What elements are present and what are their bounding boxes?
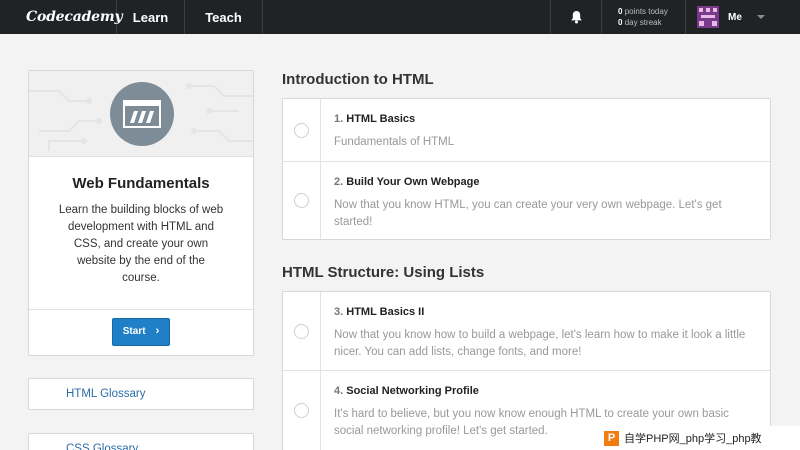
course-card: Web Fundamentals Learn the building bloc… <box>28 70 254 356</box>
watermark-text: 自学PHP网_php学习_php教 <box>624 433 762 445</box>
day-streak: 0 day streak <box>618 17 662 28</box>
lesson-title[interactable]: 3. HTML Basics II <box>334 306 770 318</box>
lesson-title[interactable]: 1. HTML Basics <box>334 113 770 125</box>
radio-circle[interactable] <box>294 193 309 208</box>
lesson-number: 3. <box>334 306 344 318</box>
lesson-title[interactable]: 2. Build Your Own Webpage <box>334 176 770 188</box>
radio-circle[interactable] <box>294 403 309 418</box>
html-glossary-link[interactable]: HTML Glossary <box>28 378 254 410</box>
lesson-description: Now that you know how to build a webpage… <box>334 329 746 358</box>
me-label: Me <box>728 11 742 23</box>
lesson-title[interactable]: 4. Social Networking Profile <box>334 385 770 397</box>
lesson-description: Now that you know HTML, you can create y… <box>334 199 722 228</box>
lesson-name: HTML Basics <box>346 113 416 125</box>
lesson-list: 1. HTML Basics Fundamentals of HTML 2. B… <box>282 98 771 240</box>
site-watermark: P 自学PHP网_php学习_php教 <box>600 426 800 450</box>
top-navbar: Codecademy Learn Teach 0 points today 0 … <box>0 0 800 34</box>
daily-stats: 0 points today 0 day streak <box>602 0 686 34</box>
course-card-footer: Start › <box>29 309 253 355</box>
course-icon <box>110 82 174 146</box>
notifications-button[interactable] <box>550 0 602 34</box>
lesson-name: HTML Basics II <box>346 306 425 318</box>
points-label: points today <box>624 7 668 16</box>
section-title: Introduction to HTML <box>282 71 434 88</box>
bell-icon <box>570 11 582 24</box>
lesson-name: Build Your Own Webpage <box>346 176 480 188</box>
lesson-number: 4. <box>334 385 344 397</box>
start-label: Start <box>122 326 146 337</box>
avatar <box>697 6 719 28</box>
lesson-number: 2. <box>334 176 344 188</box>
user-menu[interactable]: Me <box>686 0 800 34</box>
chevron-right-icon: › <box>155 325 160 337</box>
course-description: Learn the building blocks of web develop… <box>58 204 224 284</box>
watermark-logo: P <box>604 430 619 446</box>
chevron-down-icon <box>756 15 765 19</box>
points-value: 0 <box>618 7 623 16</box>
streak-value: 0 <box>618 18 623 27</box>
nav-learn-link[interactable]: Learn <box>117 0 185 34</box>
points-today: 0 points today <box>618 6 668 17</box>
lesson-item[interactable]: 1. HTML Basics Fundamentals of HTML <box>283 99 770 162</box>
lesson-item[interactable]: 3. HTML Basics II Now that you know how … <box>283 292 770 371</box>
radio-circle[interactable] <box>294 122 309 138</box>
radio-circle[interactable] <box>294 323 309 339</box>
nav-teach-link[interactable]: Teach <box>185 0 263 34</box>
section-title: HTML Structure: Using Lists <box>282 264 485 281</box>
streak-label: day streak <box>624 18 662 27</box>
start-button[interactable]: Start › <box>112 317 170 346</box>
course-title: Web Fundamentals <box>72 175 210 192</box>
lesson-number: 1. <box>334 113 344 125</box>
codecademy-logo[interactable]: Codecademy <box>0 0 123 34</box>
css-glossary-link[interactable]: CSS Glossary <box>28 433 254 450</box>
course-card-header <box>29 71 253 157</box>
lesson-name: Social Networking Profile <box>346 385 479 397</box>
lesson-description: Fundamentals of HTML <box>334 136 455 148</box>
lesson-item[interactable]: 2. Build Your Own Webpage Now that you k… <box>283 162 770 239</box>
